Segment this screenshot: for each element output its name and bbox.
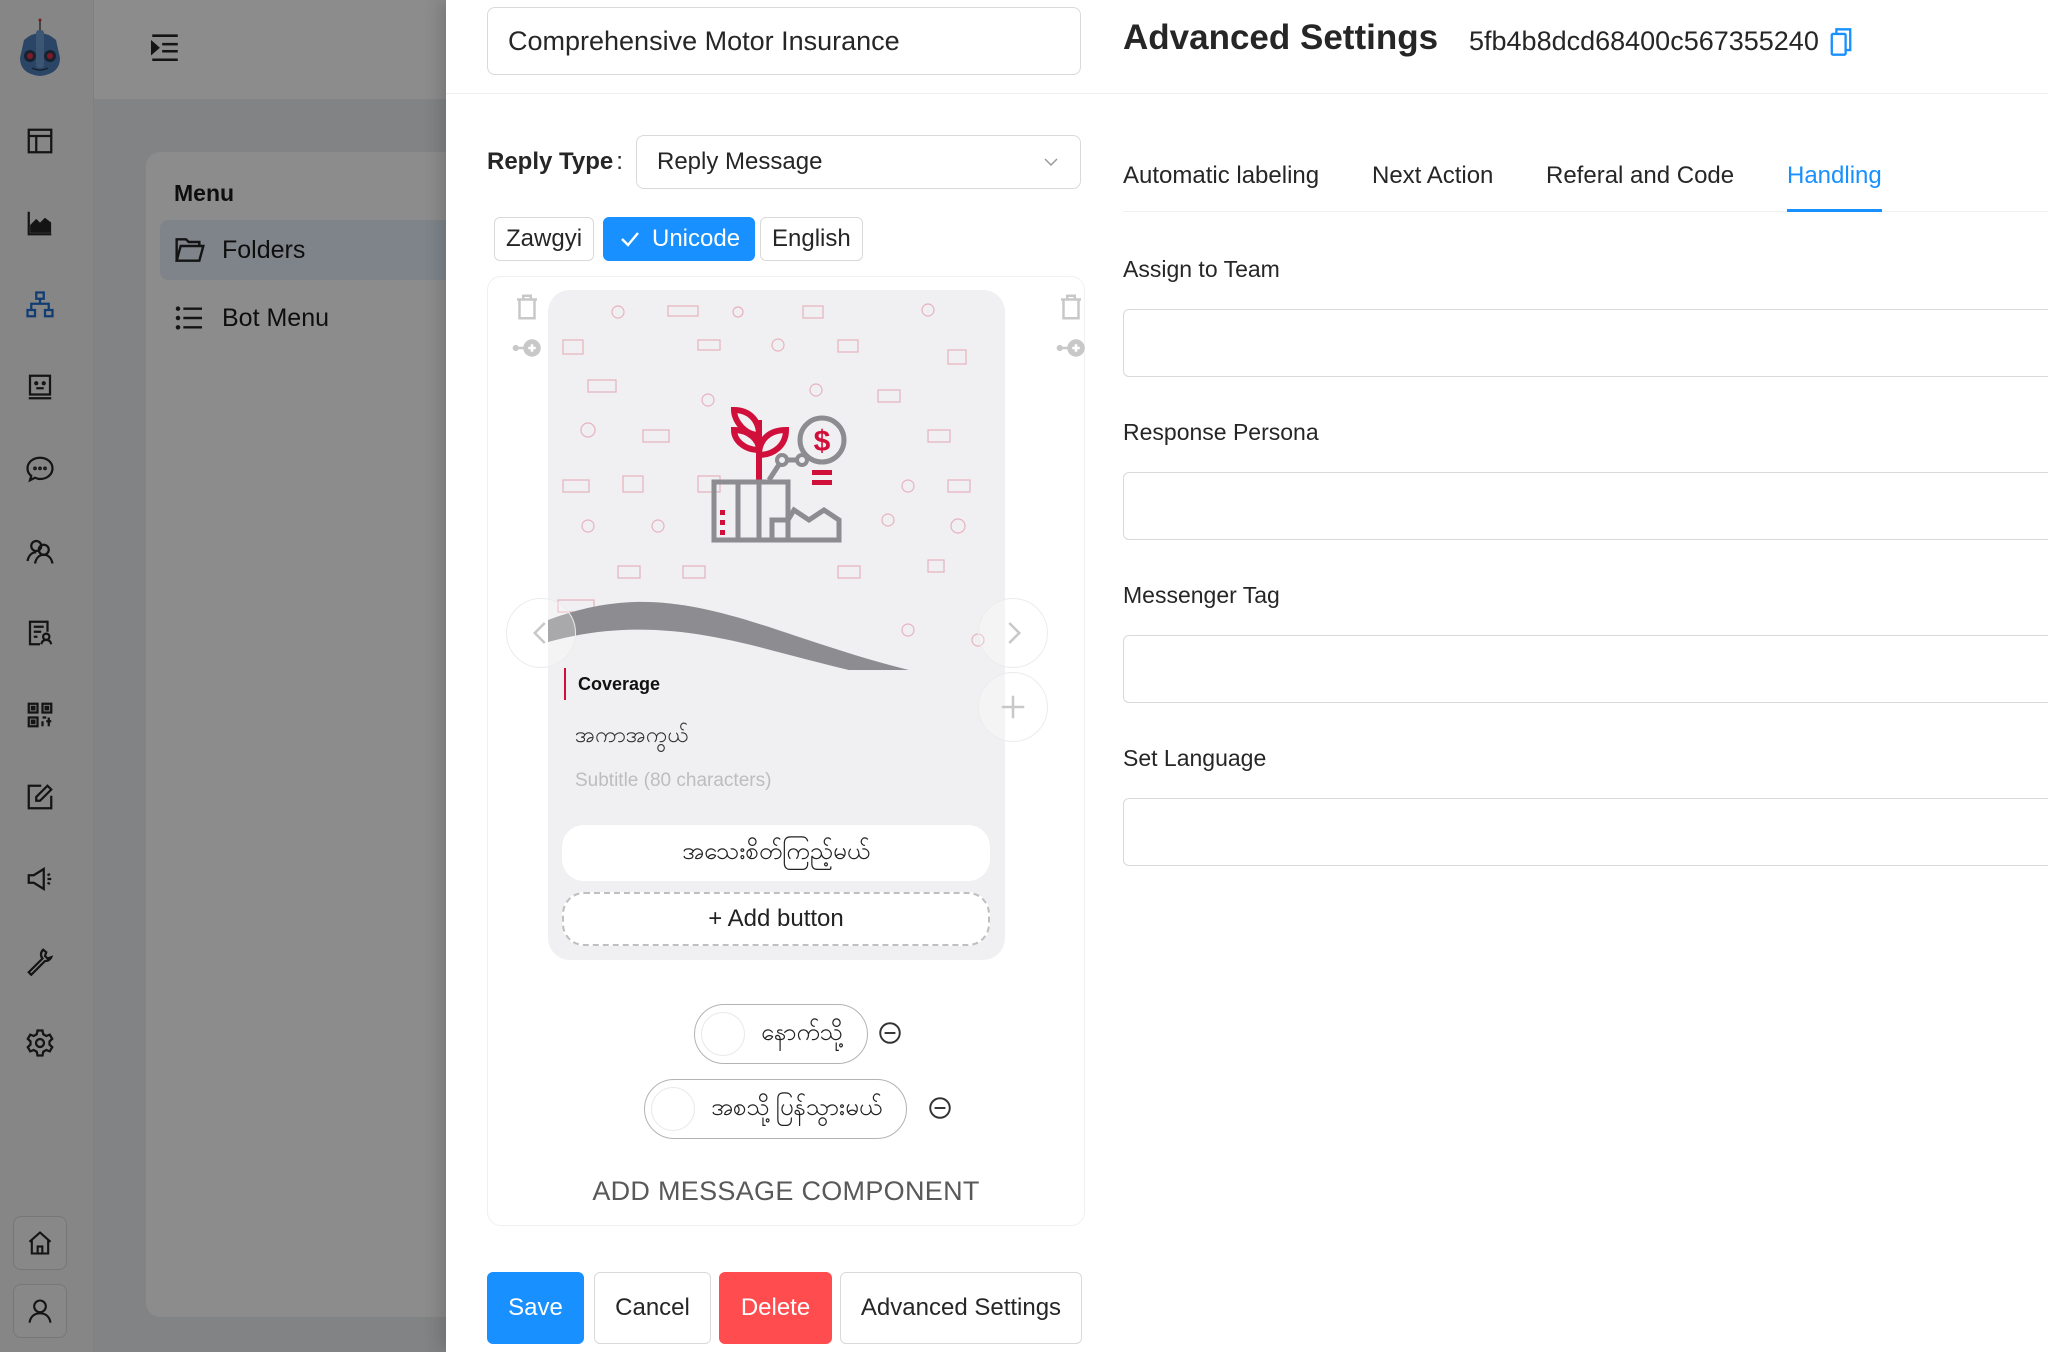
advanced-tabs: Automatic labeling Next Action Referal a… xyxy=(1123,150,2048,212)
reply-type-value: Reply Message xyxy=(657,148,823,175)
reply-id: 5fb4b8dcd68400c567355240 xyxy=(1469,26,1853,57)
quick-reply-image-slot[interactable] xyxy=(701,1012,745,1056)
card-subtitle[interactable]: အကာအကွယ် xyxy=(575,720,689,753)
set-language-input[interactable] xyxy=(1123,798,2048,866)
assign-team-label: Assign to Team xyxy=(1123,256,1280,282)
tab-referal-and-code[interactable]: Referal and Code xyxy=(1546,162,1734,212)
add-card-button[interactable]: + Add button xyxy=(562,892,990,946)
set-language-label: Set Language xyxy=(1123,745,1267,771)
quick-reply-label: နောက်သို့ xyxy=(761,1019,844,1046)
quick-reply[interactable]: နောက်သို့ xyxy=(694,1004,869,1064)
check-icon xyxy=(621,232,639,247)
save-button[interactable]: Save xyxy=(487,1272,584,1344)
reply-type-select[interactable]: Reply Message xyxy=(636,135,1081,189)
link-add-icon[interactable] xyxy=(1056,333,1086,363)
lang-unicode-button[interactable]: Unicode xyxy=(603,217,756,261)
card-image[interactable]: $ xyxy=(548,290,1005,700)
remove-quick-reply-icon[interactable] xyxy=(927,1095,953,1121)
lang-zawgyi-button[interactable]: Zawgyi xyxy=(494,217,595,261)
carousel-prev-button[interactable] xyxy=(506,598,576,668)
delete-card-icon[interactable] xyxy=(1056,292,1086,322)
chevron-right-icon xyxy=(1008,622,1022,644)
remove-quick-reply-icon[interactable] xyxy=(877,1020,903,1046)
messenger-tag-input[interactable] xyxy=(1123,635,2048,703)
cancel-button[interactable]: Cancel xyxy=(594,1272,711,1344)
card-subtitle-placeholder[interactable]: Subtitle (80 characters) xyxy=(575,770,771,792)
add-message-component-button[interactable]: ADD MESSAGE COMPONENT xyxy=(487,1176,1085,1207)
delete-button[interactable]: Delete xyxy=(719,1272,832,1344)
link-add-icon[interactable] xyxy=(512,333,542,363)
tab-automatic-labeling[interactable]: Automatic labeling xyxy=(1123,162,1319,212)
advanced-settings-title: Advanced Settings xyxy=(1123,18,1439,57)
chevron-left-icon xyxy=(532,622,546,644)
assign-team-input[interactable] xyxy=(1123,309,2048,377)
svg-text:$: $ xyxy=(814,425,831,458)
response-persona-input[interactable] xyxy=(1123,472,2048,540)
lang-english-button[interactable]: English xyxy=(760,217,863,261)
card-title[interactable]: Coverage xyxy=(564,668,660,700)
add-card-circle-button[interactable] xyxy=(978,672,1048,742)
delete-card-icon[interactable] xyxy=(512,292,542,322)
generic-template-card: $ Coverage အကာအကွယ် Subtitle (80 charact… xyxy=(548,290,1005,960)
quick-reply-image-slot[interactable] xyxy=(651,1087,695,1131)
reply-name-input[interactable] xyxy=(487,7,1081,75)
advanced-settings-button[interactable]: Advanced Settings xyxy=(840,1272,1082,1344)
copy-icon[interactable] xyxy=(1829,27,1853,57)
quick-reply-label: အစသို့ပြန်သွားမယ် xyxy=(711,1094,883,1121)
plus-icon xyxy=(1001,695,1025,719)
header-divider xyxy=(446,93,2048,94)
reply-id-value: 5fb4b8dcd68400c567355240 xyxy=(1469,26,1819,56)
tab-next-action[interactable]: Next Action xyxy=(1372,162,1493,212)
quick-reply[interactable]: အစသို့ပြန်သွားမယ် xyxy=(644,1079,908,1139)
messenger-tag-label: Messenger Tag xyxy=(1123,582,1280,608)
chevron-down-icon xyxy=(1044,158,1058,167)
reply-type-label: Reply Type: xyxy=(487,148,623,175)
tab-handling[interactable]: Handling xyxy=(1787,162,1882,212)
response-persona-label: Response Persona xyxy=(1123,419,1319,445)
card-button[interactable]: အသေးစိတ်ကြည့်မယ် xyxy=(562,825,990,881)
carousel-next-button[interactable] xyxy=(978,598,1048,668)
modal-mask[interactable] xyxy=(0,0,446,1352)
